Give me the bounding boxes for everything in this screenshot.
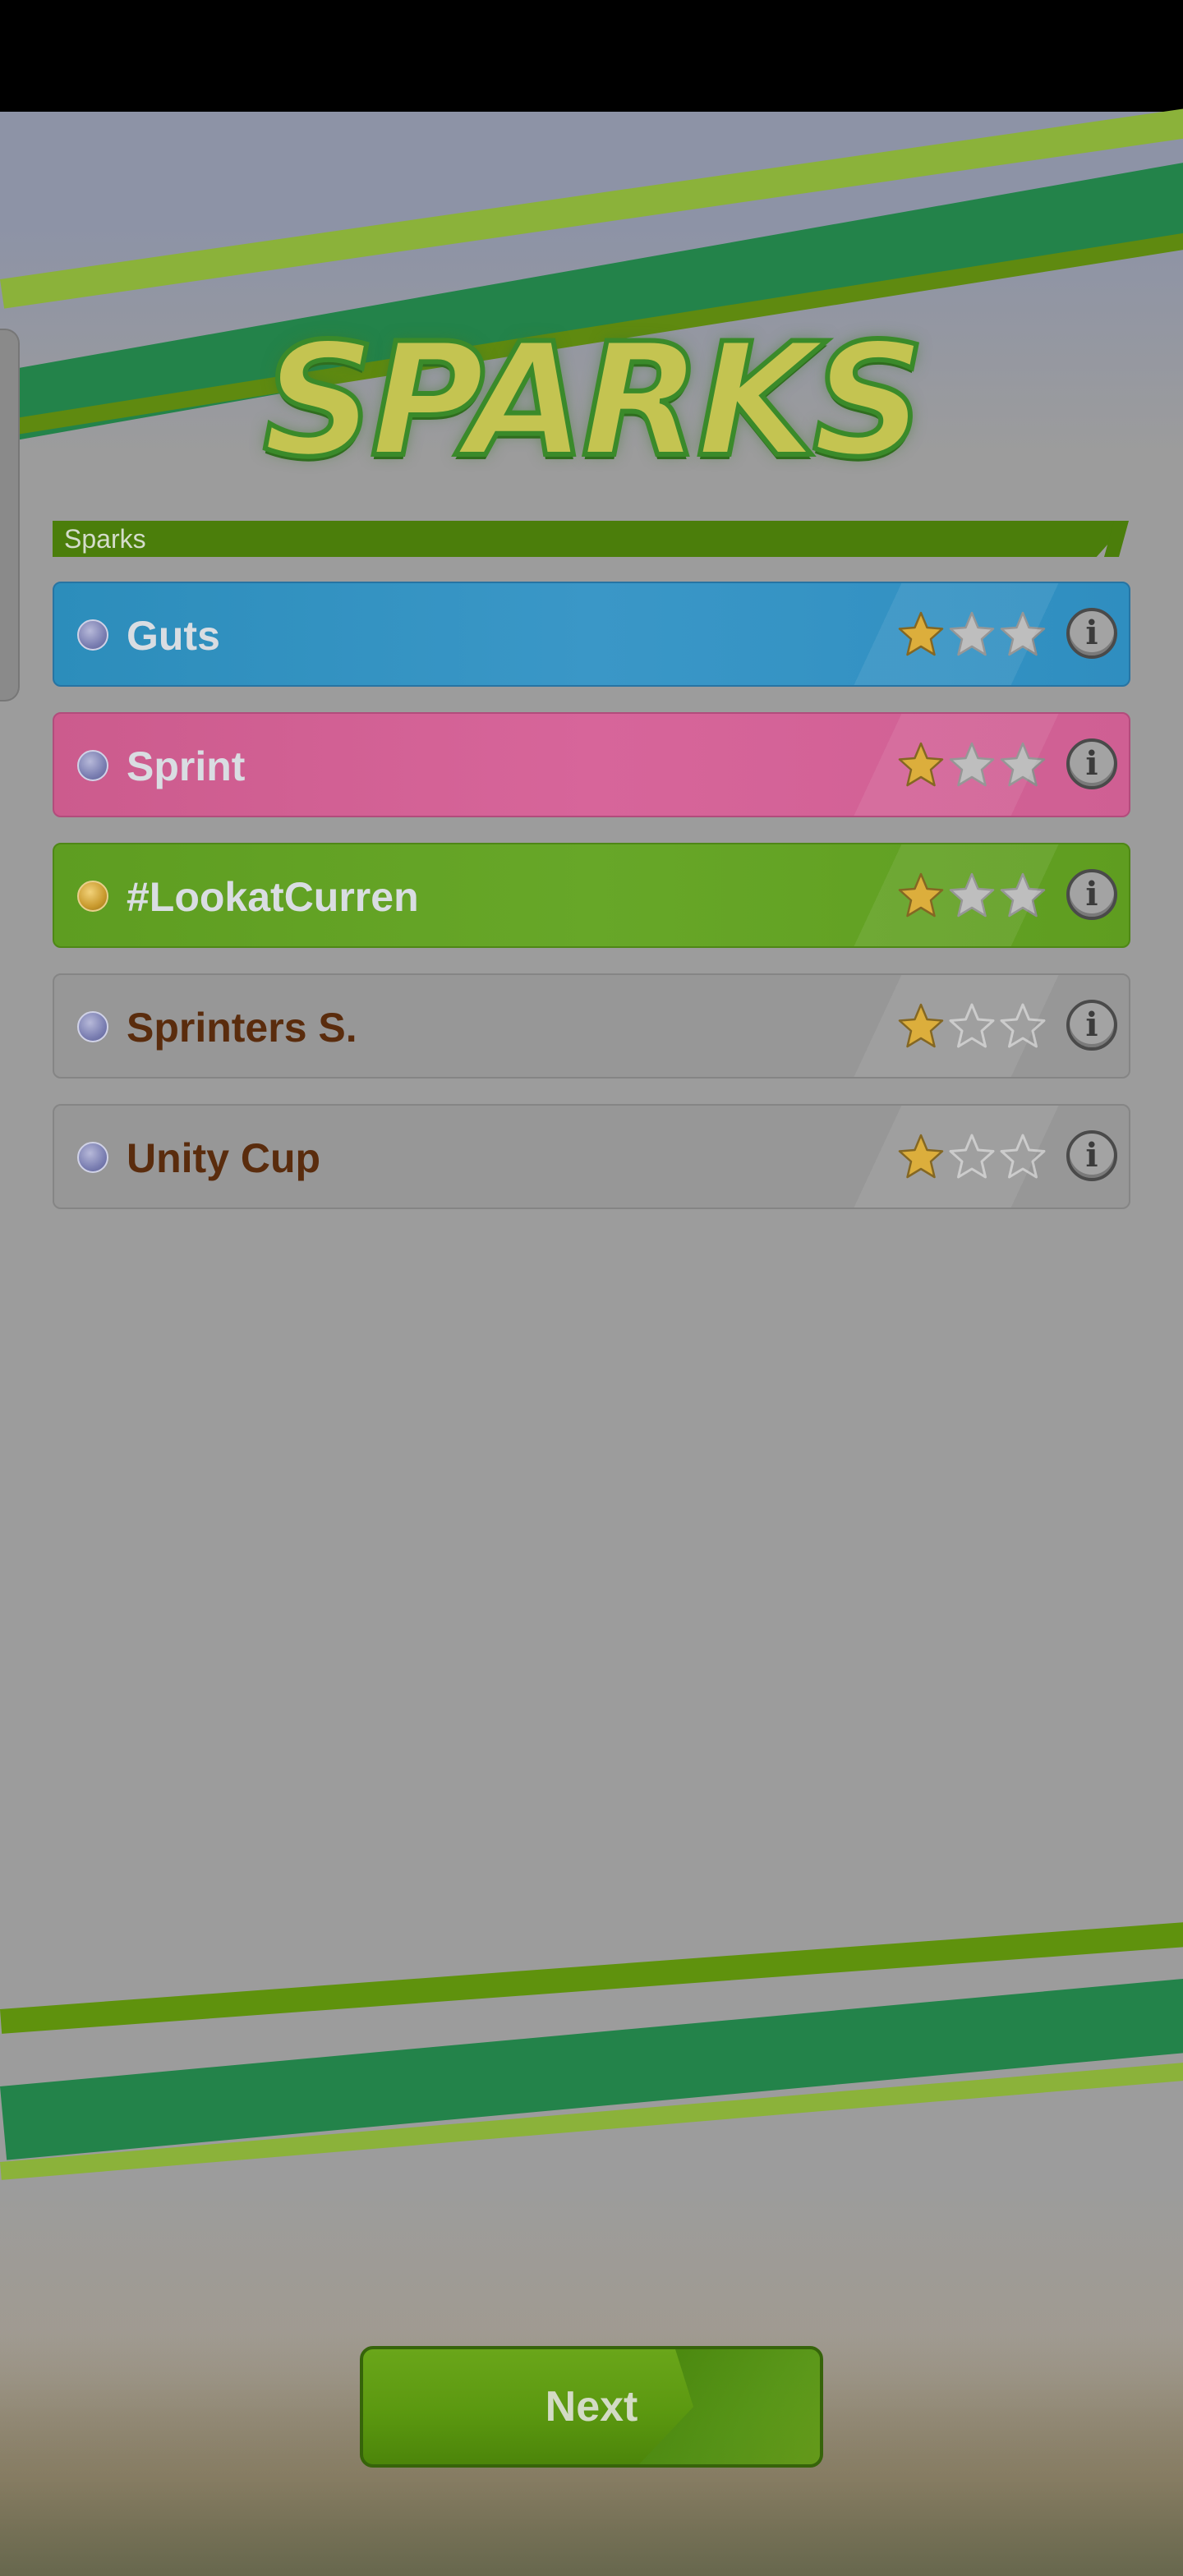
spark-row-guts[interactable]: Guts i <box>53 582 1130 687</box>
gem-icon <box>77 1142 108 1173</box>
info-icon[interactable]: i <box>1066 738 1117 789</box>
gem-icon <box>77 750 108 781</box>
star-rating <box>897 608 1047 660</box>
star-empty-icon <box>949 742 995 787</box>
spark-name: #LookatCurren <box>127 874 419 920</box>
star-filled-icon <box>898 872 944 918</box>
star-empty-icon <box>949 1134 995 1179</box>
star-empty-icon <box>949 872 995 918</box>
star-rating <box>897 738 1047 791</box>
spark-row-sprint[interactable]: Sprint i <box>53 712 1130 817</box>
star-rating <box>897 1000 1047 1052</box>
section-header-label: Sparks <box>64 524 146 554</box>
info-icon[interactable]: i <box>1066 869 1117 920</box>
status-bar <box>0 0 1183 112</box>
star-empty-icon <box>1000 742 1046 787</box>
star-filled-icon <box>898 1134 944 1179</box>
section-header: Sparks <box>53 521 1129 557</box>
gem-icon <box>77 881 108 912</box>
star-empty-icon <box>1000 1134 1046 1179</box>
next-button[interactable]: Next <box>360 2346 823 2468</box>
info-icon[interactable]: i <box>1066 1000 1117 1051</box>
star-filled-icon <box>898 742 944 787</box>
star-empty-icon <box>949 611 995 656</box>
gem-icon <box>77 1011 108 1042</box>
spark-name: Sprinters S. <box>127 1005 357 1051</box>
spark-row-lookatcurren[interactable]: #LookatCurren i <box>53 843 1130 948</box>
star-filled-icon <box>898 1003 944 1048</box>
star-empty-icon <box>1000 611 1046 656</box>
star-empty-icon <box>949 1003 995 1048</box>
spark-row-unity-cup[interactable]: Unity Cup i <box>53 1104 1130 1209</box>
gem-icon <box>77 619 108 651</box>
spark-name: Unity Cup <box>127 1135 321 1181</box>
page-title: SPARKS <box>260 310 928 491</box>
star-filled-icon <box>898 611 944 656</box>
star-rating <box>897 869 1047 922</box>
spark-row-sprinters-s[interactable]: Sprinters S. i <box>53 973 1130 1079</box>
info-icon[interactable]: i <box>1066 1130 1117 1181</box>
star-empty-icon <box>1000 872 1046 918</box>
star-rating <box>897 1130 1047 1183</box>
sparks-list: Guts i Sprint i #LookatCurren i Sprinter… <box>53 582 1130 1235</box>
star-empty-icon <box>1000 1003 1046 1048</box>
next-button-label: Next <box>545 2383 638 2431</box>
app-screen: SPARKS Sparks Guts i Sprint i #LookatCur… <box>0 0 1183 2576</box>
info-icon[interactable]: i <box>1066 608 1117 659</box>
spark-name: Guts <box>127 613 220 659</box>
spark-name: Sprint <box>127 743 246 789</box>
